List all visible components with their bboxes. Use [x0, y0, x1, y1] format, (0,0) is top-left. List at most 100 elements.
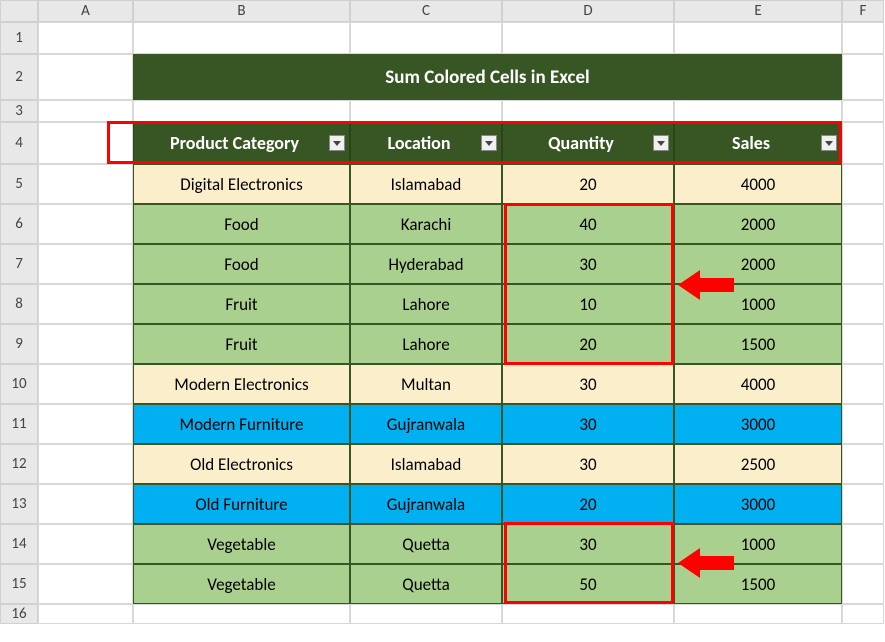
cell-a14[interactable] [38, 524, 133, 564]
table-cell-quantity[interactable]: 30 [502, 244, 674, 284]
cell-row16[interactable] [502, 604, 674, 624]
table-cell-sales[interactable]: 1500 [674, 564, 842, 604]
cell-a3[interactable] [38, 100, 133, 122]
table-cell-sales[interactable]: 4000 [674, 164, 842, 204]
table-cell-quantity[interactable]: 20 [502, 484, 674, 524]
cell-a11[interactable] [38, 404, 133, 444]
col-header-d[interactable]: D [502, 0, 674, 22]
row-header-4[interactable]: 4 [0, 122, 38, 164]
cell-a1[interactable] [38, 22, 133, 54]
table-cell-location[interactable]: Quetta [350, 564, 502, 604]
cell-f13[interactable] [842, 484, 884, 524]
table-cell-category[interactable]: Fruit [133, 284, 350, 324]
table-cell-category[interactable]: Fruit [133, 324, 350, 364]
table-cell-quantity[interactable]: 40 [502, 204, 674, 244]
filter-dropdown-icon[interactable] [329, 135, 345, 151]
table-cell-sales[interactable]: 2000 [674, 244, 842, 284]
row-header-3[interactable]: 3 [0, 100, 38, 122]
col-header-a[interactable]: A [38, 0, 133, 22]
cell-a4[interactable] [38, 122, 133, 164]
cell-c3[interactable] [350, 100, 502, 122]
cell-f7[interactable] [842, 244, 884, 284]
table-cell-location[interactable]: Gujranwala [350, 404, 502, 444]
cell-a13[interactable] [38, 484, 133, 524]
row-header-14[interactable]: 14 [0, 524, 38, 564]
row-header-5[interactable]: 5 [0, 164, 38, 204]
cell-row16[interactable] [674, 604, 842, 624]
row-header-16[interactable]: 16 [0, 604, 38, 624]
cell-a2[interactable] [38, 54, 133, 100]
cell-f5[interactable] [842, 164, 884, 204]
table-cell-sales[interactable]: 1000 [674, 284, 842, 324]
cell-f3[interactable] [842, 100, 884, 122]
cell-row16[interactable] [842, 604, 884, 624]
table-cell-category[interactable]: Old Furniture [133, 484, 350, 524]
table-cell-sales[interactable]: 4000 [674, 364, 842, 404]
header-sales[interactable]: Sales [674, 122, 842, 164]
table-cell-location[interactable]: Islamabad [350, 444, 502, 484]
filter-dropdown-icon[interactable] [653, 135, 669, 151]
row-header-8[interactable]: 8 [0, 284, 38, 324]
row-header-1[interactable]: 1 [0, 22, 38, 54]
cell-a7[interactable] [38, 244, 133, 284]
table-cell-sales[interactable]: 3000 [674, 404, 842, 444]
table-cell-quantity[interactable]: 30 [502, 524, 674, 564]
cell-row16[interactable] [350, 604, 502, 624]
table-cell-location[interactable]: Karachi [350, 204, 502, 244]
table-cell-category[interactable]: Vegetable [133, 524, 350, 564]
row-header-11[interactable]: 11 [0, 404, 38, 444]
cell-e3[interactable] [674, 100, 842, 122]
col-header-f[interactable]: F [842, 0, 884, 22]
row-header-15[interactable]: 15 [0, 564, 38, 604]
cell-a15[interactable] [38, 564, 133, 604]
cell-d1[interactable] [502, 22, 674, 54]
cell-f12[interactable] [842, 444, 884, 484]
filter-dropdown-icon[interactable] [481, 135, 497, 151]
filter-dropdown-icon[interactable] [821, 135, 837, 151]
cell-a9[interactable] [38, 324, 133, 364]
cell-f10[interactable] [842, 364, 884, 404]
col-header-c[interactable]: C [350, 0, 502, 22]
table-cell-category[interactable]: Modern Electronics [133, 364, 350, 404]
header-location[interactable]: Location [350, 122, 502, 164]
cell-b1[interactable] [133, 22, 350, 54]
row-header-7[interactable]: 7 [0, 244, 38, 284]
table-cell-location[interactable]: Lahore [350, 284, 502, 324]
row-header-12[interactable]: 12 [0, 444, 38, 484]
cell-f4[interactable] [842, 122, 884, 164]
table-cell-category[interactable]: Vegetable [133, 564, 350, 604]
header-quantity[interactable]: Quantity [502, 122, 674, 164]
row-header-13[interactable]: 13 [0, 484, 38, 524]
table-cell-category[interactable]: Modern Furniture [133, 404, 350, 444]
table-cell-category[interactable]: Old Electronics [133, 444, 350, 484]
header-product-category[interactable]: Product Category [133, 122, 350, 164]
row-header-2[interactable]: 2 [0, 54, 38, 100]
cell-f9[interactable] [842, 324, 884, 364]
col-header-b[interactable]: B [133, 0, 350, 22]
cell-f2[interactable] [842, 54, 884, 100]
cell-f1[interactable] [842, 22, 884, 54]
row-header-10[interactable]: 10 [0, 364, 38, 404]
cell-a10[interactable] [38, 364, 133, 404]
table-cell-category[interactable]: Food [133, 204, 350, 244]
table-cell-sales[interactable]: 3000 [674, 484, 842, 524]
table-cell-quantity[interactable]: 30 [502, 364, 674, 404]
table-cell-quantity[interactable]: 50 [502, 564, 674, 604]
cell-a8[interactable] [38, 284, 133, 324]
cell-row16[interactable] [38, 604, 133, 624]
table-cell-sales[interactable]: 1000 [674, 524, 842, 564]
cell-f15[interactable] [842, 564, 884, 604]
table-cell-location[interactable]: Quetta [350, 524, 502, 564]
cell-f14[interactable] [842, 524, 884, 564]
table-cell-sales[interactable]: 2000 [674, 204, 842, 244]
row-header-6[interactable]: 6 [0, 204, 38, 244]
table-cell-location[interactable]: Gujranwala [350, 484, 502, 524]
cell-f11[interactable] [842, 404, 884, 444]
cell-e1[interactable] [674, 22, 842, 54]
table-cell-location[interactable]: Multan [350, 364, 502, 404]
table-cell-category[interactable]: Digital Electronics [133, 164, 350, 204]
cell-a6[interactable] [38, 204, 133, 244]
select-all-corner[interactable] [0, 0, 38, 22]
cell-row16[interactable] [133, 604, 350, 624]
cell-f6[interactable] [842, 204, 884, 244]
